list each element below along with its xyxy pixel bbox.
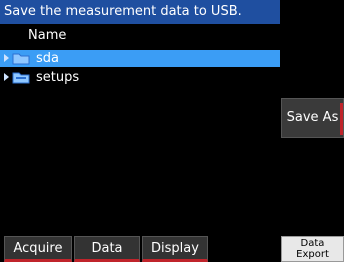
tree-item-label: setups — [36, 70, 80, 85]
save-as-button[interactable]: Save As — [281, 98, 344, 138]
dialog-title: Save the measurement data to USB. — [0, 0, 280, 24]
button-accent-bar — [340, 103, 343, 135]
tab-label: Display — [151, 241, 199, 256]
tab-label: Data — [91, 241, 123, 256]
tab-data[interactable]: Data — [74, 236, 140, 262]
tree-item-label: sda — [36, 51, 59, 66]
expand-arrow-icon[interactable] — [4, 54, 9, 62]
tree-item-setups[interactable]: setups — [0, 69, 280, 86]
save-as-label: Save As — [286, 110, 339, 125]
file-browser: Name sda setups — [0, 24, 280, 234]
name-column-header[interactable]: Name — [0, 24, 280, 48]
folder-icon — [12, 72, 30, 84]
folder-icon — [12, 53, 30, 65]
tree-item-sda[interactable]: sda — [0, 50, 280, 67]
tab-label: Acquire — [13, 241, 63, 256]
expand-arrow-icon[interactable] — [4, 73, 9, 81]
tab-display[interactable]: Display — [142, 236, 208, 262]
data-export-label-line1: Data — [300, 238, 325, 249]
data-export-label-line2: Export — [296, 249, 329, 260]
data-export-button[interactable]: Data Export — [281, 236, 344, 262]
tab-acquire[interactable]: Acquire — [4, 236, 72, 262]
